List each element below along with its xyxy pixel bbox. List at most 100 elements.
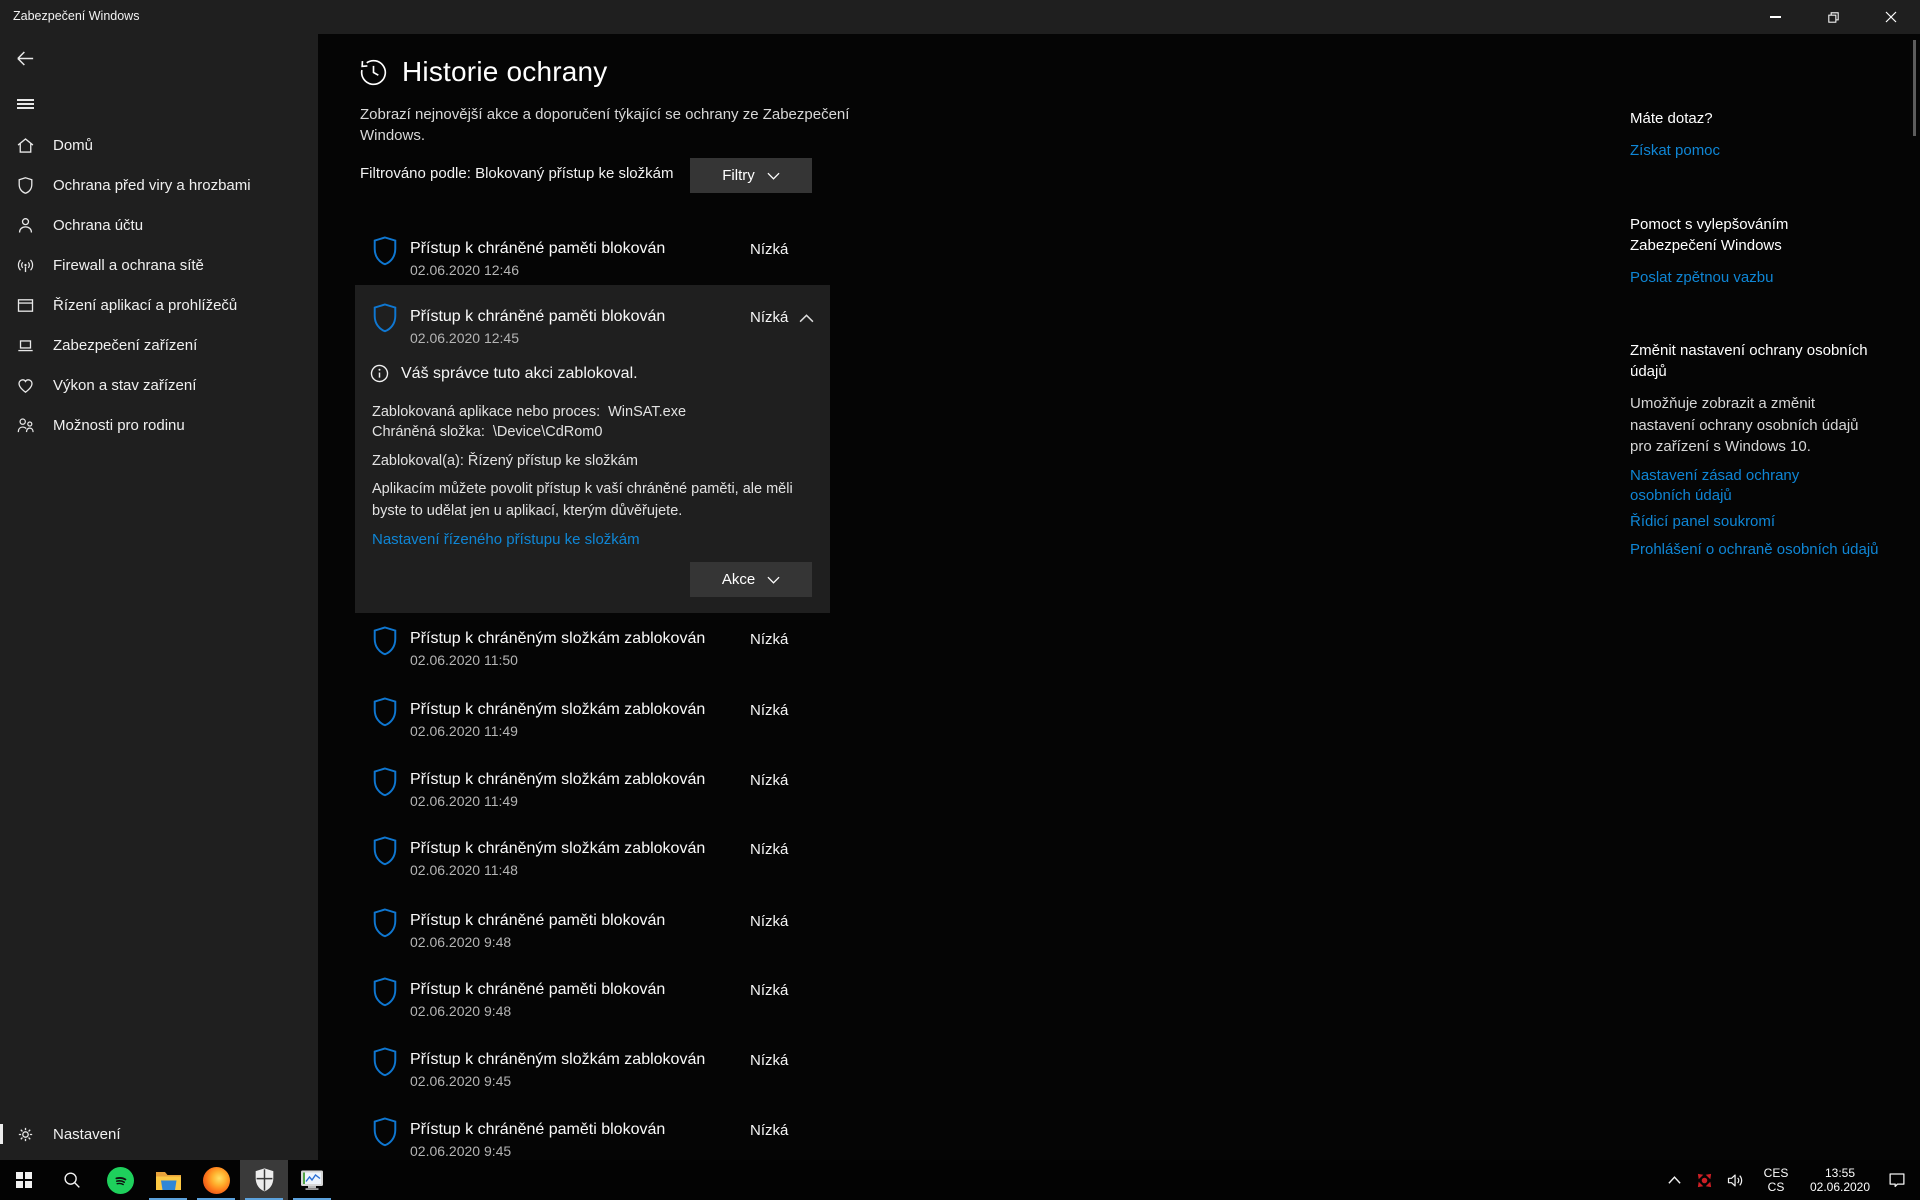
sidebar-item-settings[interactable]: Nastavení	[0, 1114, 318, 1154]
privacy-statement-link[interactable]: Prohlášení o ochraně osobních údajů	[1630, 540, 1880, 560]
clock-time: 13:55	[1804, 1166, 1876, 1180]
shield-blue-icon	[372, 1116, 398, 1148]
privacy-heading: Změnit nastavení ochrany osobních údajů	[1630, 340, 1870, 382]
sidebar-item-label: Domů	[53, 137, 93, 154]
sidebar-item-label: Výkon a stav zařízení	[53, 377, 196, 394]
shield-blue-icon	[372, 625, 398, 657]
privacy-body: Umožňuje zobrazit a změnit nastavení och…	[1630, 393, 1868, 458]
start-button[interactable]	[0, 1160, 48, 1200]
folder-access-settings-link[interactable]: Nastavení řízeného přístupu ke složkám	[372, 531, 640, 548]
sidebar-item-firewall[interactable]: Firewall a ochrana sítě	[0, 245, 318, 285]
blocked-app-line: Zablokovaná aplikace nebo proces: WinSAT…	[372, 404, 686, 420]
sidebar-item-home[interactable]: Domů	[0, 125, 318, 165]
taskbar-search-button[interactable]	[48, 1160, 96, 1200]
sidebar-item-device-security[interactable]: Zabezpečení zařízení	[0, 325, 318, 365]
taskbar-app-file-explorer[interactable]	[144, 1160, 192, 1200]
event-title: Přístup k chráněné paměti blokován	[410, 308, 665, 326]
window-controls	[1746, 0, 1920, 34]
close-button[interactable]	[1862, 0, 1920, 34]
privacy-dashboard-link[interactable]: Řídicí panel soukromí	[1630, 512, 1880, 532]
event-date: 02.06.2020 11:49	[410, 723, 518, 739]
page-title: Historie ochrany	[402, 56, 608, 88]
event-severity: Nízká	[750, 702, 788, 719]
chevron-down-icon	[767, 576, 780, 584]
sidebar-item-label: Ochrana účtu	[53, 217, 143, 234]
feedback-heading: Pomoct s vylepšováním Zabezpečení Window…	[1630, 214, 1870, 256]
event-row[interactable]: Přístup k chráněným složkám zablokován 0…	[355, 691, 830, 753]
protected-folder-label: Chráněná složka:	[372, 424, 485, 440]
event-card-expanded[interactable]: Přístup k chráněné paměti blokován 02.06…	[355, 285, 830, 613]
search-icon	[61, 1169, 83, 1191]
get-help-link[interactable]: Získat pomoc	[1630, 141, 1880, 161]
event-row[interactable]: Přístup k chráněné paměti blokován 02.06…	[355, 971, 830, 1033]
event-title: Přístup k chráněným složkám zablokován	[410, 1051, 705, 1069]
heart-icon	[15, 375, 36, 396]
notification-center-icon[interactable]	[1886, 1169, 1908, 1191]
clock[interactable]: 13:55 02.06.2020	[1804, 1166, 1876, 1194]
clock-date: 02.06.2020	[1804, 1180, 1876, 1194]
taskbar-app-windows-security[interactable]	[240, 1160, 288, 1200]
event-title: Přístup k chráněné paměti blokován	[410, 240, 665, 258]
language-indicator[interactable]: CES CS	[1756, 1166, 1796, 1194]
minimize-button[interactable]	[1746, 0, 1804, 34]
taskbar-app-performance-monitor[interactable]	[288, 1160, 336, 1200]
firefox-icon	[203, 1167, 230, 1194]
scrollbar-thumb[interactable]	[1913, 40, 1916, 136]
monitor-chart-icon	[299, 1168, 325, 1192]
event-row[interactable]: Přístup k chráněným složkám zablokován 0…	[355, 620, 830, 682]
shield-blue-icon	[372, 1046, 398, 1078]
page-description: Zobrazí nejnovější akce a doporučení týk…	[360, 104, 860, 146]
event-row[interactable]: Přístup k chráněným složkám zablokován 0…	[355, 1041, 830, 1103]
event-title: Přístup k chráněným složkám zablokován	[410, 771, 705, 789]
restore-button[interactable]	[1804, 0, 1862, 34]
home-icon	[15, 135, 36, 156]
sidebar-item-device-performance[interactable]: Výkon a stav zařízení	[0, 365, 318, 405]
sidebar-item-label: Nastavení	[53, 1126, 121, 1143]
admin-note-text: Váš správce tuto akci zablokoval.	[401, 365, 638, 383]
event-row[interactable]: Přístup k chráněným složkám zablokován 0…	[355, 761, 830, 823]
help-heading: Máte dotaz?	[1630, 108, 1880, 129]
send-feedback-link[interactable]: Poslat zpětnou vazbu	[1630, 268, 1880, 288]
menu-button[interactable]	[5, 86, 45, 122]
event-title: Přístup k chráněné paměti blokován	[410, 981, 665, 999]
event-severity: Nízká	[750, 841, 788, 858]
protected-folder-value: \Device\CdRom0	[493, 424, 603, 440]
chevron-up-icon[interactable]	[799, 314, 814, 323]
event-date: 02.06.2020 12:45	[410, 330, 519, 346]
taskbar: CES CS 13:55 02.06.2020	[0, 1160, 1920, 1200]
actions-button[interactable]: Akce	[690, 562, 812, 597]
chevron-down-icon	[767, 172, 780, 180]
event-date: 02.06.2020 11:49	[410, 793, 518, 809]
event-severity: Nízká	[750, 1122, 788, 1139]
back-button[interactable]	[5, 40, 45, 76]
sidebar-item-family-options[interactable]: Možnosti pro rodinu	[0, 405, 318, 445]
volume-icon[interactable]	[1725, 1170, 1746, 1191]
sidebar-item-label: Firewall a ochrana sítě	[53, 257, 204, 274]
shield-icon	[15, 175, 36, 196]
event-date: 02.06.2020 9:48	[410, 1003, 511, 1019]
privacy-policy-settings-link[interactable]: Nastavení zásad ochrany osobních údajů	[1630, 466, 1855, 506]
taskbar-app-firefox[interactable]	[192, 1160, 240, 1200]
shield-blue-icon	[372, 696, 398, 728]
event-date: 02.06.2020 9:48	[410, 934, 511, 950]
filters-button[interactable]: Filtry	[690, 158, 812, 193]
hidden-icons-chevron-icon[interactable]	[1667, 1175, 1682, 1185]
event-row[interactable]: Přístup k chráněné paměti blokován 02.06…	[355, 902, 830, 964]
sidebar-item-account-protection[interactable]: Ochrana účtu	[0, 205, 318, 245]
sidebar-item-label: Možnosti pro rodinu	[53, 417, 185, 434]
sidebar-item-app-browser-control[interactable]: Řízení aplikací a prohlížečů	[0, 285, 318, 325]
event-row[interactable]: Přístup k chráněným složkám zablokován 0…	[355, 830, 830, 892]
red-arrows-tray-icon[interactable]	[1694, 1170, 1715, 1191]
event-severity: Nízká	[750, 982, 788, 999]
sidebar-item-virus-protection[interactable]: Ochrana před viry a hrozbami	[0, 165, 318, 205]
event-severity: Nízká	[750, 913, 788, 930]
filter-status-label: Filtrováno podle: Blokovaný přístup ke s…	[360, 165, 673, 182]
event-date: 02.06.2020 12:46	[410, 262, 519, 278]
language-line2: CS	[1756, 1180, 1796, 1194]
windows-start-icon	[16, 1172, 33, 1189]
folder-icon	[155, 1169, 182, 1192]
shield-blue-icon	[372, 235, 398, 267]
event-row[interactable]: Přístup k chráněné paměti blokován 02.06…	[355, 230, 830, 292]
network-waves-icon	[15, 255, 36, 276]
taskbar-app-spotify[interactable]	[96, 1160, 144, 1200]
